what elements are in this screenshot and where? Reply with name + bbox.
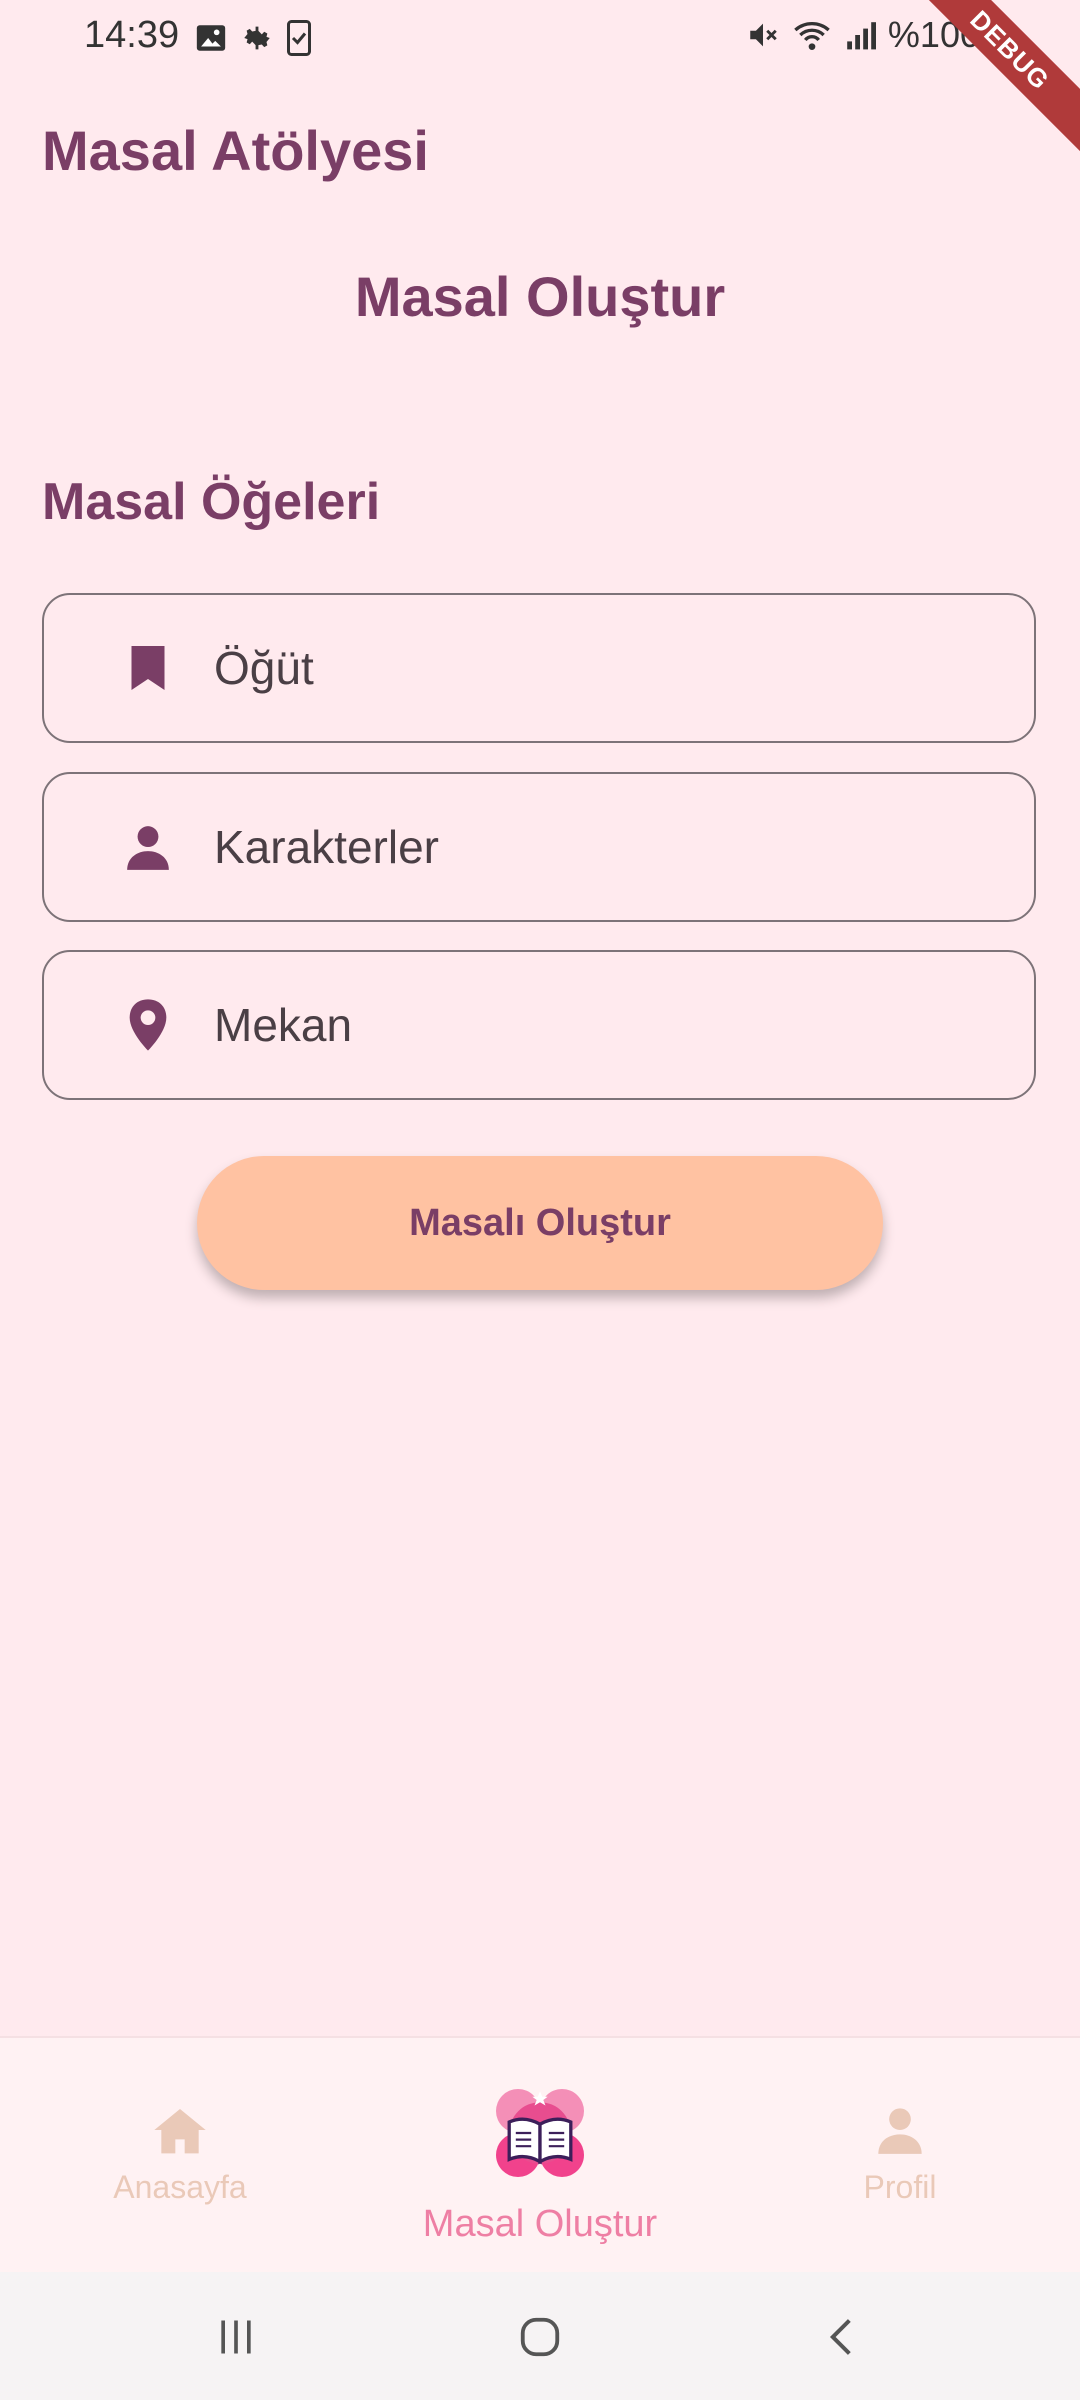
recent-apps-icon — [221, 2320, 251, 2354]
gear-icon — [244, 26, 270, 50]
section-title: Masal Öğeleri — [42, 473, 381, 531]
location-field[interactable]: Mekan — [42, 950, 1036, 1100]
recent-apps-button[interactable] — [196, 2302, 276, 2372]
screen: 14:39 %100 DEBUG Masal Atölyesi Masal Ol… — [0, 0, 1080, 2400]
person-icon — [116, 815, 180, 879]
status-right: %100 — [746, 14, 980, 56]
bookmark-icon — [116, 636, 180, 700]
nav-label-create-story: Masal Oluştur — [422, 2203, 658, 2245]
advice-field-label: Öğüt — [214, 642, 314, 694]
home-icon — [80, 2104, 280, 2161]
story-book-icon — [380, 2078, 700, 2193]
back-icon — [829, 2319, 851, 2355]
home-button[interactable] — [500, 2302, 580, 2372]
status-time: 14:39 — [84, 14, 180, 56]
person-icon — [800, 2104, 1000, 2161]
characters-field-label: Karakterler — [214, 821, 439, 873]
bottom-navigation: Anasayfa Masal Oluştur Profil — [0, 2036, 1080, 2274]
characters-field[interactable]: Karakterler — [42, 772, 1036, 922]
signal-icon — [847, 22, 876, 50]
back-button[interactable] — [802, 2302, 882, 2372]
nav-item-home[interactable]: Anasayfa — [80, 2104, 280, 2206]
image-icon — [196, 25, 226, 51]
app-title: Masal Atölyesi — [42, 119, 429, 182]
nav-label-home: Anasayfa — [113, 2169, 247, 2205]
wifi-icon — [794, 22, 830, 50]
status-bar: 14:39 %100 DEBUG — [0, 0, 1080, 165]
nav-item-create-story[interactable]: Masal Oluştur — [380, 2078, 700, 2246]
system-navigation-bar — [0, 2272, 1080, 2400]
clipboard-phone-icon — [287, 20, 311, 56]
nav-item-profile[interactable]: Profil — [800, 2104, 1000, 2206]
nav-label-profile: Profil — [863, 2169, 937, 2205]
location-pin-icon — [116, 993, 180, 1057]
advice-field[interactable]: Öğüt — [42, 593, 1036, 743]
mute-icon — [750, 23, 777, 47]
status-left-icons — [194, 20, 312, 56]
page-title: Masal Oluştur — [354, 265, 726, 328]
location-field-label: Mekan — [214, 999, 353, 1051]
home-circle-icon — [520, 2317, 560, 2357]
create-story-button[interactable]: Masalı Oluştur — [197, 1156, 883, 1290]
